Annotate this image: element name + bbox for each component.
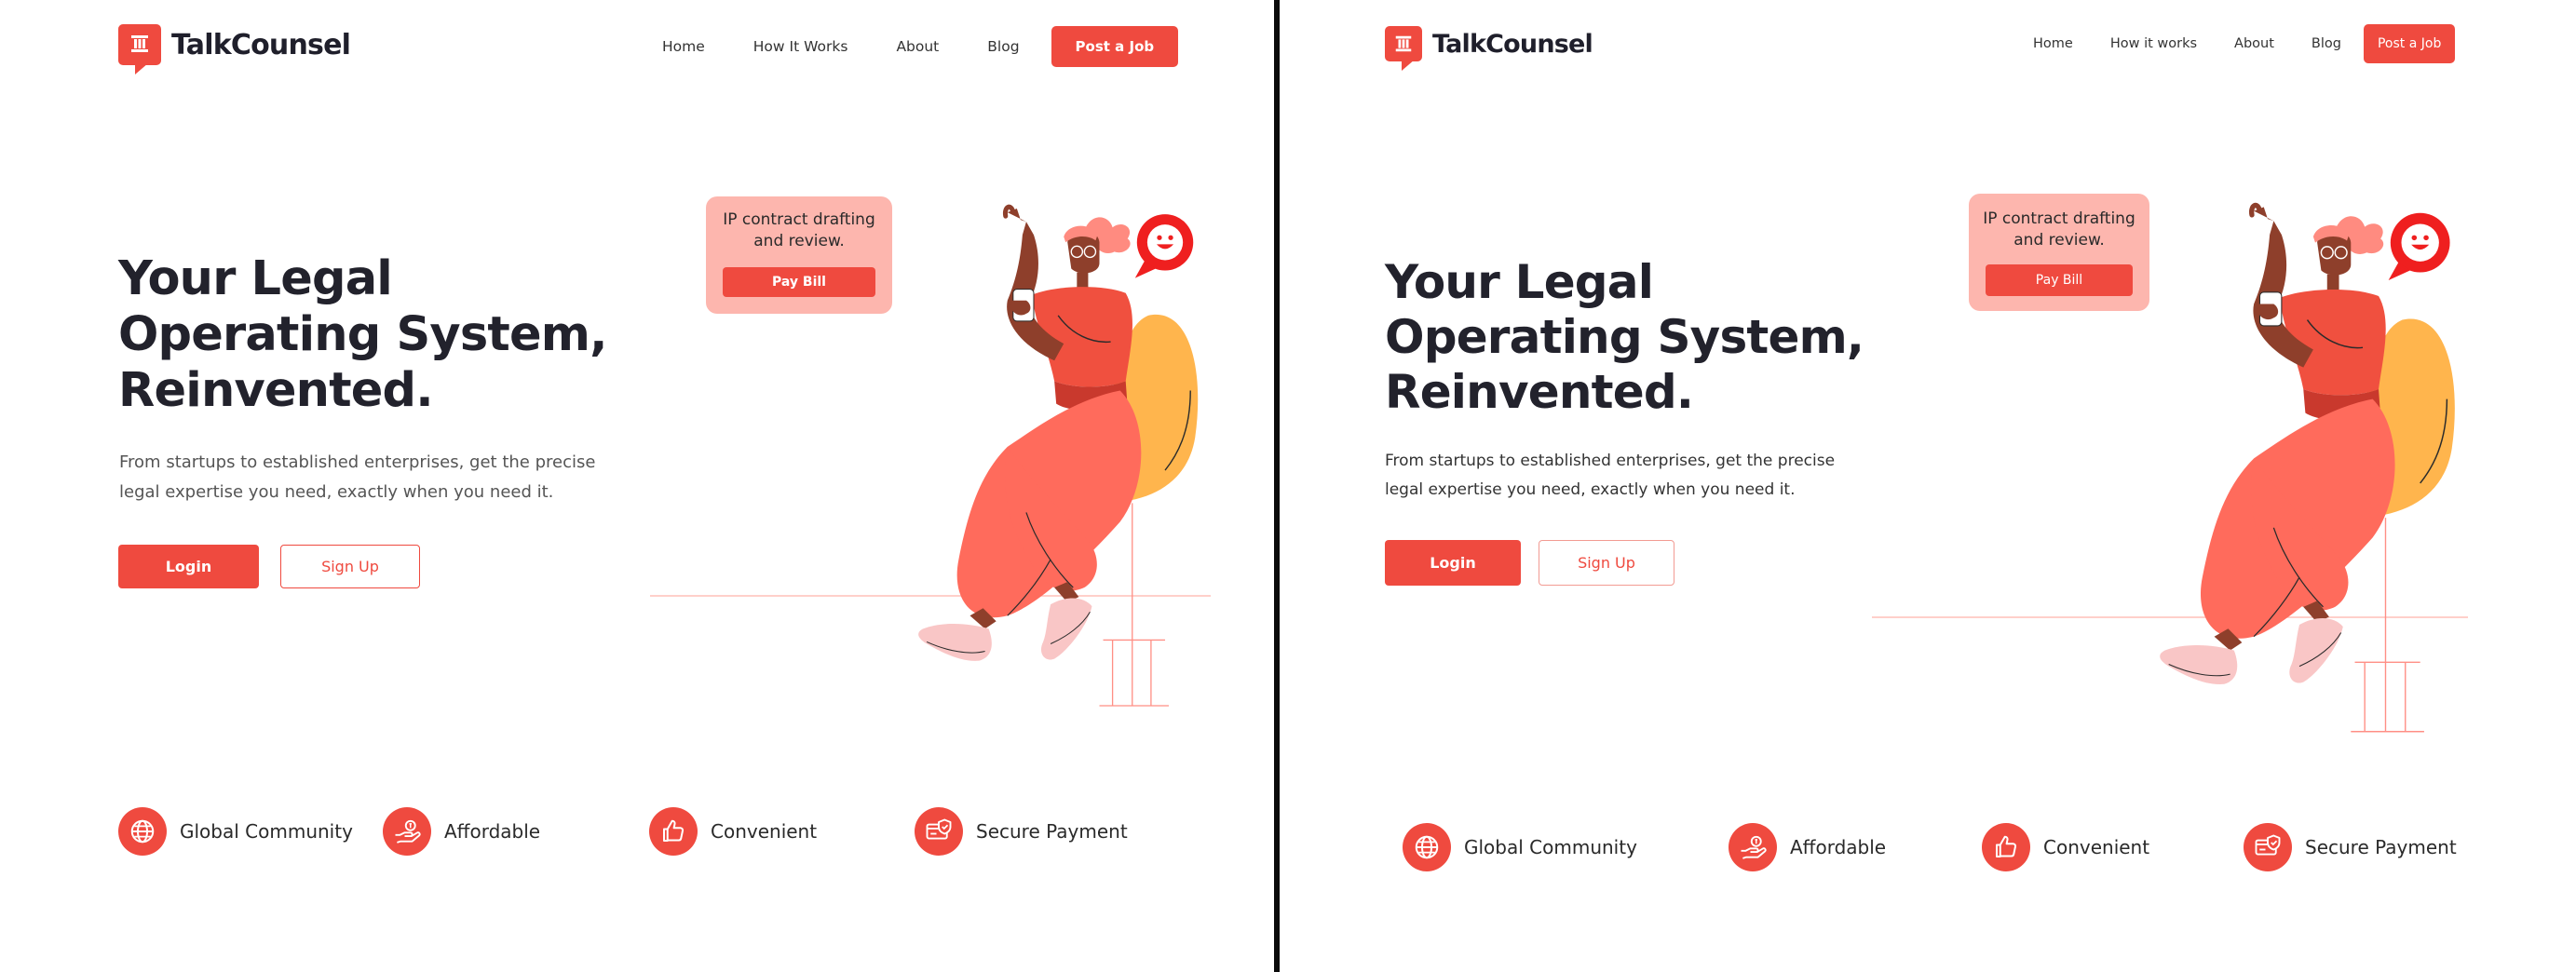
nav-blog[interactable]: Blog <box>987 38 1019 55</box>
brand-name: TalkCounsel <box>171 28 351 61</box>
hero-subtitle: From startups to established enterprises… <box>119 448 595 507</box>
feature-label: Convenient <box>711 820 818 843</box>
globe-icon <box>118 807 167 856</box>
thumbs-up-icon <box>1982 823 2030 871</box>
hero-subtitle-line: legal expertise you need, exactly when y… <box>119 482 554 502</box>
nav-how-it-works[interactable]: How It Works <box>753 38 848 55</box>
top-nav: Home How it works About Blog Post a Job <box>2033 24 2456 63</box>
feature-label: Secure Payment <box>976 820 1128 843</box>
service-card: IP contract drafting and review. Pay Bil… <box>706 196 892 314</box>
hand-coin-icon <box>383 807 431 856</box>
thumbs-up-icon <box>649 807 698 856</box>
hero-subtitle: From startups to established enterprises… <box>1385 447 1835 505</box>
nav-how-it-works[interactable]: How it works <box>2110 36 2197 51</box>
hero-subtitle-line: legal expertise you need, exactly when y… <box>1385 480 1796 499</box>
pay-bill-button[interactable]: Pay Bill <box>723 267 875 297</box>
feature-convenient: Convenient <box>1982 823 2149 871</box>
hero-subtitle-line: From startups to established enterprises… <box>119 452 596 472</box>
feature-label: Secure Payment <box>2305 836 2457 858</box>
nav-home[interactable]: Home <box>2033 36 2073 51</box>
post-job-button[interactable]: Post a Job <box>1051 26 1179 67</box>
person-on-chair-illustration <box>866 203 1205 709</box>
hero-title-line: Reinvented. <box>118 363 434 418</box>
hand-coin-icon <box>1729 823 1777 871</box>
feature-secure-payment: Secure Payment <box>2244 823 2457 871</box>
feature-affordable: Affordable <box>383 807 540 856</box>
person-on-chair-illustration <box>2099 201 2468 736</box>
landing-page-right: TalkCounsel Home How it works About Blog… <box>1280 0 2576 972</box>
service-card-line: and review. <box>753 232 845 250</box>
pillar-chat-icon <box>118 24 161 74</box>
feature-label: Global Community <box>180 820 353 843</box>
nav-home[interactable]: Home <box>662 38 705 55</box>
hero-title: Your Legal Operating System, Reinvented. <box>118 251 607 419</box>
service-card-line: IP contract drafting <box>723 210 875 229</box>
feature-global-community: Global Community <box>118 807 353 856</box>
signup-button[interactable]: Sign Up <box>280 545 420 588</box>
feature-convenient: Convenient <box>649 807 817 856</box>
hero-title-line: Operating System, <box>1385 310 1864 364</box>
hero-title-line: Operating System, <box>118 307 607 362</box>
service-card-text: IP contract drafting and review. <box>706 196 892 252</box>
hero-title-line: Your Legal <box>1385 255 1654 309</box>
feature-label: Global Community <box>1464 836 1637 858</box>
feature-global-community: Global Community <box>1403 823 1637 871</box>
comparison-canvas: TalkCounsel Home How It Works About Blog… <box>0 0 2576 972</box>
nav-blog[interactable]: Blog <box>2312 36 2341 51</box>
brand-name: TalkCounsel <box>1432 29 1593 59</box>
top-nav: Home How It Works About Blog Post a Job <box>662 26 1179 67</box>
brand-logo[interactable]: TalkCounsel <box>118 24 351 74</box>
feature-label: Convenient <box>2043 836 2150 858</box>
feature-secure-payment: Secure Payment <box>915 807 1128 856</box>
secure-card-icon <box>2244 823 2292 871</box>
hero-title-line: Your Legal <box>118 251 393 306</box>
signup-button[interactable]: Sign Up <box>1539 540 1674 586</box>
feature-affordable: Affordable <box>1729 823 1886 871</box>
feature-label: Affordable <box>444 820 541 843</box>
landing-page-left: TalkCounsel Home How It Works About Blog… <box>0 0 1274 972</box>
hero-subtitle-line: From startups to established enterprises… <box>1385 452 1836 470</box>
post-job-button[interactable]: Post a Job <box>2363 24 2456 63</box>
nav-about[interactable]: About <box>896 38 939 55</box>
feature-label: Affordable <box>1790 836 1887 858</box>
pillar-chat-icon <box>1385 26 1422 71</box>
hero-title-line: Reinvented. <box>1385 365 1694 419</box>
login-button[interactable]: Login <box>1385 540 1521 586</box>
secure-card-icon <box>915 807 963 856</box>
globe-icon <box>1403 823 1451 871</box>
hero-title: Your Legal Operating System, Reinvented. <box>1385 255 1864 420</box>
brand-logo[interactable]: TalkCounsel <box>1385 26 1593 71</box>
login-button[interactable]: Login <box>118 545 259 588</box>
nav-about[interactable]: About <box>2234 36 2274 51</box>
